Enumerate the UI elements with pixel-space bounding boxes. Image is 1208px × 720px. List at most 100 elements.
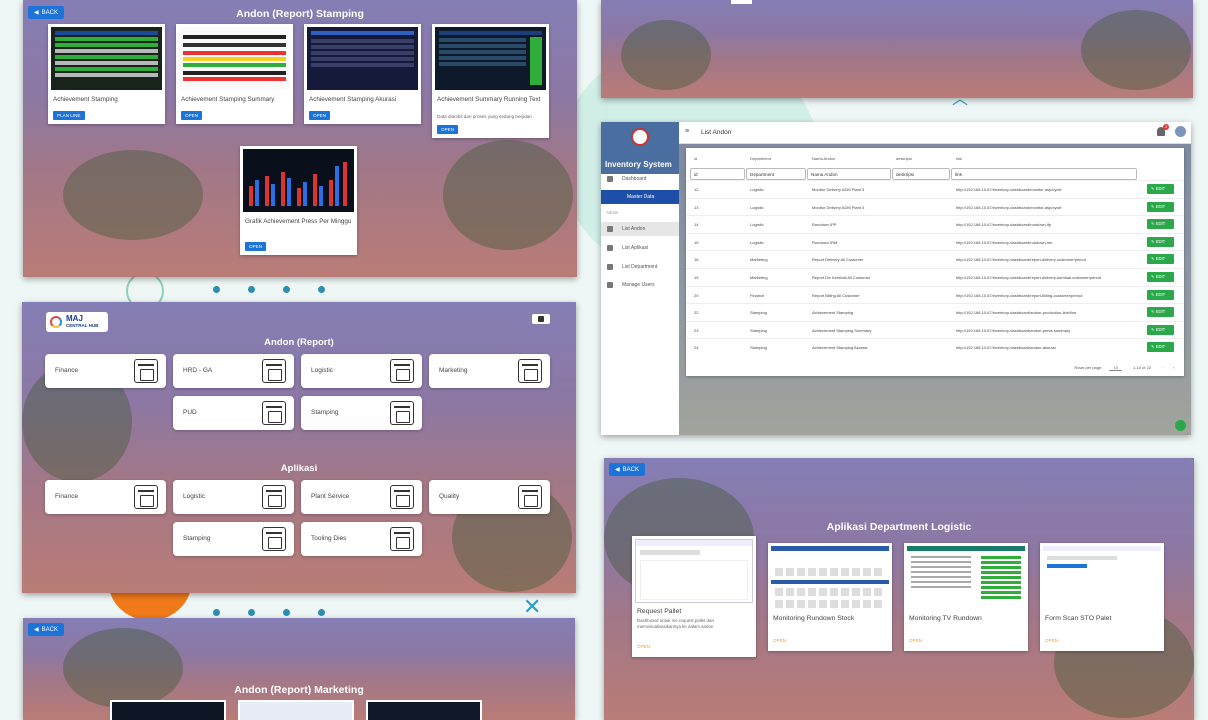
edit-button[interactable]: ✎ EDIT [1147,236,1174,247]
back-button[interactable]: ◀ BACK [609,463,645,476]
page-title: Aplikasi Department Logistic [826,521,972,533]
pagination: Rows per page: 10 1-10 of 22 ‹ › [1074,365,1174,371]
dashboard-thumbnail [179,27,290,90]
filter-id[interactable]: id [690,168,745,180]
tile-app-stamping[interactable]: Stamping [173,522,294,556]
table-row: 23 Stamping Achievement Stamping Summary ht… [686,320,1184,339]
sidebar-brand: Inventory System [601,122,679,174]
tile-report-logistic[interactable]: Logistic [301,354,422,388]
users-icon [607,282,613,288]
tile-report-stamping[interactable]: Stamping [301,396,422,430]
table-row: 16 Marketing Report Delivery All Customer h… [686,250,1184,268]
dashboard-thumbnail[interactable] [110,700,226,720]
finance-icon [134,359,158,383]
forklift-icon [262,485,286,509]
dashboard-thumbnail [51,27,162,90]
filter-link[interactable]: link [951,168,1137,180]
edit-button[interactable]: ✎ EDIT [1147,272,1174,282]
open-button[interactable]: OPEN [245,242,267,251]
edit-button[interactable]: ✎ EDIT [1147,342,1174,353]
tooling-icon [390,527,414,551]
card-title: Form Scan STO Palet [1045,615,1112,622]
avatar[interactable] [1175,126,1186,137]
dashboard-thumbnail [307,27,418,90]
tile-app-plant-service[interactable]: Plant Service [301,480,422,514]
user-icon [538,316,544,322]
fab-button[interactable] [1175,420,1186,431]
app-card[interactable]: Achievement Summary Running Text Data di… [432,24,549,138]
open-link[interactable]: OPEN [773,638,786,643]
dashboard-thumbnail[interactable] [366,700,482,720]
table-row: 19 Marketing Report Div Kembali All Custom… [686,268,1184,286]
carousel-dot [283,609,290,616]
open-link[interactable]: OPEN [637,644,650,649]
dashboard-thumbnail[interactable] [238,700,354,720]
filter-department[interactable]: Department [746,168,806,180]
open-link[interactable]: OPEN [909,638,922,643]
card-description: Dashboard untuk me request pallet dan me… [637,618,714,629]
finance-icon [134,485,158,509]
table-row: 20 Finance Report Billing All Customer http… [686,285,1184,304]
sidebar-item-master-data[interactable]: Master Data [601,190,679,204]
column-header: Nama Andon [812,156,836,161]
tile-app-quality[interactable]: Quality [429,480,550,514]
edit-button[interactable]: ✎ EDIT [1147,219,1174,230]
sidebar-item-list-aplikasi[interactable]: List Aplikasi [601,241,679,255]
edit-button[interactable]: ✎ EDIT [1147,201,1174,212]
people-exchange-icon [262,401,286,425]
dashboard-thumbnail [1043,546,1161,610]
app-card[interactable]: Form Scan STO Palet OPEN [1040,543,1164,651]
marketing-panel: ◀ BACK Andon (Report) Marketing [23,618,575,720]
rows-per-page-select[interactable]: 10 [1109,365,1122,371]
tile-app-tooling-dies[interactable]: Tooling Dies [301,522,422,556]
tile-report-finance[interactable]: Finance [45,354,166,388]
sidebar-item-manage-users[interactable]: Manage Users [601,278,679,292]
app-card[interactable]: Achievement Stamping Summary OPEN [176,24,293,124]
gear-icon [390,485,414,509]
tile-report-pud[interactable]: PUD [173,396,294,430]
edit-button[interactable]: ✎ EDIT [1147,307,1174,318]
prev-page-icon[interactable]: ‹ [1162,365,1163,370]
press-machine-icon [262,527,286,551]
user-menu-button[interactable] [532,314,550,324]
sidebar-item-list-department[interactable]: List Department [601,260,679,274]
open-button[interactable]: OPEN [437,125,459,134]
open-button[interactable]: OPEN [309,111,331,120]
sidebar-group-admin: Admin [606,210,619,215]
carousel-dot [318,286,325,293]
edit-button[interactable]: ✎ EDIT [1147,254,1174,265]
filter-deskripsi[interactable]: deskripsi [892,168,950,180]
carousel-dot [283,286,290,293]
app-card[interactable]: Achievement Stamping PLAN LINE [48,24,165,124]
list-icon [607,245,613,251]
edit-button[interactable]: ✎ EDIT [1147,324,1174,335]
sidebar-item-dashboard[interactable]: Dashboard [601,172,679,186]
card-title: Monitoring Rundown Stock [773,615,855,622]
next-page-icon[interactable]: › [1173,365,1174,370]
tile-report-marketing[interactable]: Marketing [429,354,550,388]
edit-button[interactable]: ✎ EDIT [1147,184,1174,194]
open-link[interactable]: OPEN [1045,638,1058,643]
andon-table: id Department Nama Andon deskripsi link … [686,148,1184,376]
edit-button[interactable]: ✎ EDIT [1147,289,1174,300]
card-title: Grafik Achievement Press Per Minggu [245,218,352,225]
presentation-icon [518,359,542,383]
app-card[interactable]: Monitoring Rundown Stock OPEN [768,543,892,651]
page-range: 1-10 of 22 [1133,365,1152,370]
card-title: Request Pallet [637,608,682,615]
tile-app-finance[interactable]: Finance [45,480,166,514]
company-emblem-icon [631,128,649,146]
menu-icon[interactable]: ≡ [685,128,689,135]
filter-nama-andon[interactable]: Nama Andon [807,168,891,180]
open-button[interactable]: PLAN LINE [53,111,85,120]
card-title: Achievement Summary Running Text [437,96,541,103]
tile-app-logistic[interactable]: Logistic [173,480,294,514]
open-button[interactable]: OPEN [181,111,203,120]
app-card[interactable]: Achievement Stamping Akurasi OPEN [304,24,421,124]
sidebar-item-list-andon[interactable]: List Andon [601,222,679,236]
tile-report-hrd-ga[interactable]: HRD - GA [173,354,294,388]
app-card[interactable]: Request Pallet Dashboard untuk me reques… [632,536,756,657]
back-button[interactable]: ◀ BACK [28,623,64,636]
app-card[interactable]: Monitoring TV Rundown OPEN [904,543,1028,651]
app-card[interactable]: Grafik Achievement Press Per Minggu OPEN [240,146,357,255]
